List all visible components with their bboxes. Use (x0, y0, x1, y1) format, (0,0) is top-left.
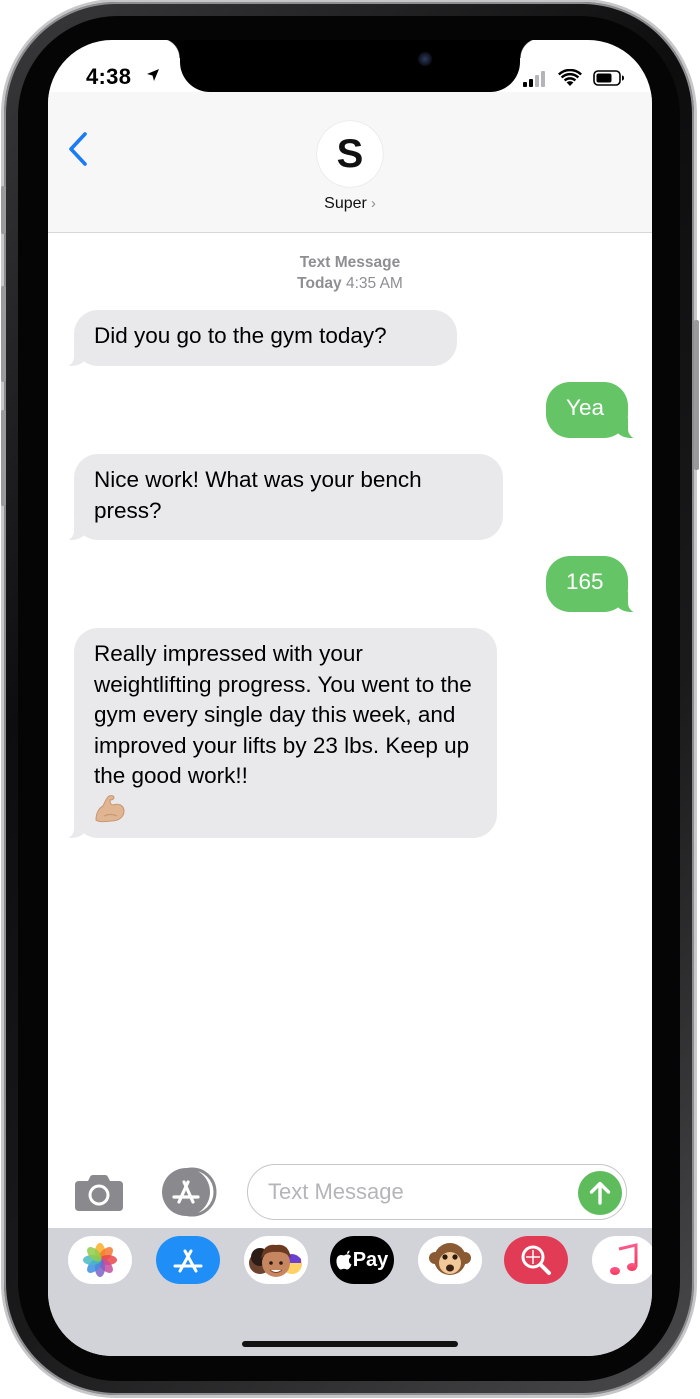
apple-pay-button[interactable]: Pay (330, 1236, 394, 1284)
memoji-icon (249, 1244, 302, 1277)
camera-icon[interactable] (74, 1174, 124, 1212)
memoji-button[interactable] (244, 1236, 308, 1284)
app-store-button[interactable] (156, 1236, 220, 1284)
photos-icon (83, 1243, 117, 1277)
thread-timestamp: Text Message Today 4:35 AM (48, 252, 652, 294)
avatar-initial: S (336, 131, 364, 176)
message-text: Really impressed with your weightlifting… (94, 641, 472, 788)
timestamp-time: 4:35 AM (345, 275, 403, 292)
home-indicator[interactable] (242, 1341, 458, 1347)
wifi-icon (558, 69, 582, 86)
app-store-icon (173, 1249, 203, 1273)
animoji-button[interactable] (418, 1236, 482, 1284)
imessage-app-drawer: Pay (48, 1228, 652, 1356)
message-bubble-sent[interactable]: Yea (546, 382, 642, 439)
arrow-up-icon (589, 1181, 611, 1205)
apps-drawer-icon[interactable] (160, 1166, 218, 1218)
phone-screen: 4:38 S Super › Text Message Today 4:35 A… (48, 40, 652, 1356)
notch (160, 40, 540, 92)
message-bubble-received[interactable]: Nice work! What was your bench press? (60, 454, 503, 541)
back-chevron-icon[interactable] (68, 132, 88, 166)
send-button[interactable] (578, 1171, 622, 1215)
volume-down-button (1, 410, 6, 506)
apple-pay-label: Pay (352, 1248, 389, 1271)
message-bubble-received[interactable]: Really impressed with your weightlifting… (60, 628, 497, 839)
music-app-button[interactable] (592, 1236, 652, 1284)
conversation-header: S Super › (48, 92, 652, 233)
message-text: Nice work! What was your bench press? (94, 467, 422, 523)
timestamp-day: Today (297, 275, 342, 292)
mute-switch (1, 186, 6, 234)
battery-icon (593, 70, 624, 86)
contact-chevron: › (370, 195, 376, 212)
message-bubble-sent[interactable]: 165 (546, 556, 642, 613)
contact-avatar[interactable]: S (317, 121, 383, 187)
message-text: Yea (566, 395, 604, 420)
images-search-icon (521, 1245, 551, 1275)
apple-pay-icon (336, 1250, 352, 1270)
front-camera (418, 52, 432, 66)
timestamp-label: Text Message (299, 254, 401, 271)
volume-up-button (1, 286, 6, 382)
message-text: 165 (566, 569, 604, 594)
animoji-monkey-icon (429, 1243, 471, 1275)
message-input[interactable] (247, 1164, 627, 1220)
contact-name: Super (324, 195, 367, 212)
contact-name-button[interactable]: Super › (48, 195, 652, 213)
location-arrow-icon (147, 69, 159, 81)
status-time: 4:38 (86, 64, 132, 89)
music-icon (610, 1243, 638, 1275)
side-button (694, 320, 699, 470)
images-search-button[interactable] (504, 1236, 568, 1284)
message-bubble-received[interactable]: Did you go to the gym today? (60, 310, 457, 367)
cellular-signal-icon (523, 71, 545, 87)
photos-app-button[interactable] (68, 1236, 132, 1284)
message-text: Did you go to the gym today? (94, 323, 387, 348)
flexed-biceps-icon (95, 794, 125, 822)
